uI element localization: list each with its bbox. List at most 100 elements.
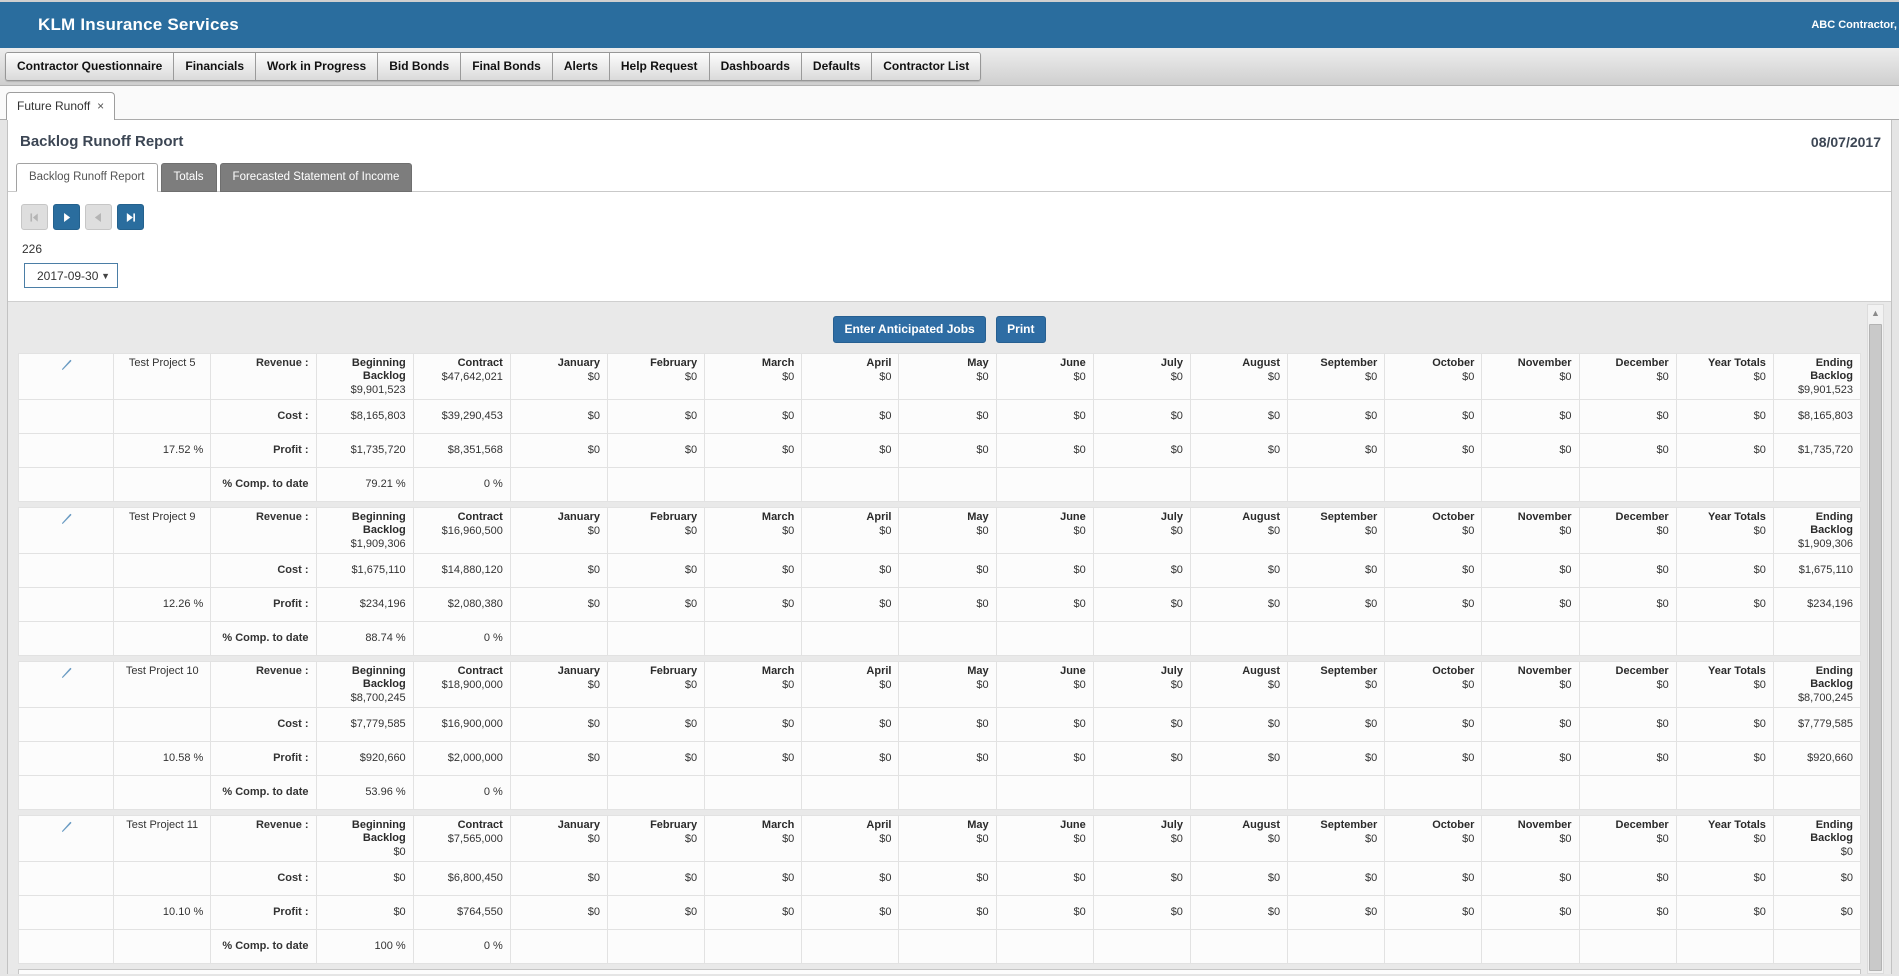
column-header: July xyxy=(1101,357,1183,370)
column-value: $0 xyxy=(615,679,697,691)
enter-anticipated-jobs-button[interactable]: Enter Anticipated Jobs xyxy=(833,316,985,343)
month-cell-august: $0 xyxy=(1190,399,1287,433)
month-cell-june: $0 xyxy=(996,741,1093,775)
next-page-button[interactable] xyxy=(53,204,80,230)
report-date: 08/07/2017 xyxy=(1811,134,1881,150)
month-cell-october: $0 xyxy=(1385,895,1482,929)
menu-item-final-bonds[interactable]: Final Bonds xyxy=(461,53,553,80)
last-page-button[interactable] xyxy=(117,204,144,230)
edit-button[interactable] xyxy=(19,507,114,553)
column-value: $0 xyxy=(1489,833,1571,845)
close-icon[interactable]: × xyxy=(97,100,104,112)
scrollbar-thumb[interactable] xyxy=(1869,324,1882,971)
column-header: April xyxy=(809,511,891,524)
spacer-cell xyxy=(114,707,211,741)
spacer-cell xyxy=(19,929,114,963)
column-header: August xyxy=(1198,357,1280,370)
row-label-comp: % Comp. to date xyxy=(211,467,316,501)
month-cell-june: $0 xyxy=(996,553,1093,587)
month-cell-july: July$0 xyxy=(1093,815,1190,861)
scroll-up-icon[interactable]: ▲ xyxy=(1868,305,1883,321)
month-cell-march: March$0 xyxy=(705,507,802,553)
menu-item-defaults[interactable]: Defaults xyxy=(802,53,872,80)
column-header: July xyxy=(1101,665,1183,678)
comp-row: % Comp. to date53.96 %0 % xyxy=(19,775,1861,809)
month-cell-january: $0 xyxy=(510,861,607,895)
row-label-revenue: Revenue : xyxy=(211,507,316,553)
month-cell-june xyxy=(996,467,1093,501)
column-header: September xyxy=(1295,357,1377,370)
beginning-backlog-cell: $0 xyxy=(316,895,413,929)
month-cell-november: November$0 xyxy=(1482,507,1579,553)
month-cell-april: $0 xyxy=(802,861,899,895)
menu-item-financials[interactable]: Financials xyxy=(174,53,256,80)
month-cell-june: $0 xyxy=(996,895,1093,929)
month-cell-november: $0 xyxy=(1482,399,1579,433)
subtab-backlog-runoff-report[interactable]: Backlog Runoff Report xyxy=(16,163,158,192)
year-totals-cell: Year Totals$0 xyxy=(1676,507,1773,553)
month-cell-january xyxy=(510,775,607,809)
column-header: December xyxy=(1587,357,1669,370)
print-button[interactable]: Print xyxy=(996,316,1045,343)
column-header: January xyxy=(518,819,600,832)
month-cell-july: $0 xyxy=(1093,895,1190,929)
subtab-forecasted-statement-of-income[interactable]: Forecasted Statement of Income xyxy=(220,163,413,192)
month-cell-april xyxy=(802,775,899,809)
menu-item-help-request[interactable]: Help Request xyxy=(610,53,710,80)
column-header: April xyxy=(809,819,891,832)
table-actions: Enter Anticipated Jobs Print xyxy=(18,316,1861,343)
month-cell-march: $0 xyxy=(705,399,802,433)
spacer-cell xyxy=(114,775,211,809)
table-scrollbar[interactable]: ▲ xyxy=(1867,304,1884,974)
row-label-comp: % Comp. to date xyxy=(211,621,316,655)
subtab-totals[interactable]: Totals xyxy=(161,163,217,192)
menu-item-bid-bonds[interactable]: Bid Bonds xyxy=(378,53,461,80)
column-header: March xyxy=(712,665,794,678)
column-value: $0 xyxy=(906,833,988,845)
menu-item-work-in-progress[interactable]: Work in Progress xyxy=(256,53,378,80)
ending-backlog-cell: $0 xyxy=(1773,895,1860,929)
month-cell-may: May$0 xyxy=(899,815,996,861)
column-value: $0 xyxy=(1684,679,1766,691)
month-cell-january: January$0 xyxy=(510,507,607,553)
first-page-button[interactable] xyxy=(21,204,48,230)
month-cell-january: $0 xyxy=(510,741,607,775)
tab-future-runoff[interactable]: Future Runoff × xyxy=(6,92,115,120)
month-cell-february xyxy=(608,929,705,963)
spacer-cell xyxy=(19,621,114,655)
profit-percent: 10.58 % xyxy=(114,741,211,775)
month-cell-march: $0 xyxy=(705,895,802,929)
menu-item-dashboards[interactable]: Dashboards xyxy=(710,53,802,80)
column-value: $0 xyxy=(809,679,891,691)
row-label-cost: Cost : xyxy=(211,861,316,895)
month-cell-september: $0 xyxy=(1288,399,1385,433)
edit-button[interactable] xyxy=(19,354,114,400)
column-header: July xyxy=(1101,511,1183,524)
month-cell-september: $0 xyxy=(1288,707,1385,741)
menu-group: Contractor QuestionnaireFinancialsWork i… xyxy=(5,52,981,81)
month-cell-december xyxy=(1579,775,1676,809)
period-dropdown[interactable]: 2017-09-30 ▼ xyxy=(24,263,118,288)
month-cell-september xyxy=(1288,775,1385,809)
spacer-cell xyxy=(114,467,211,501)
beginning-backlog-cell: $234,196 xyxy=(316,587,413,621)
previous-page-button[interactable] xyxy=(85,204,112,230)
contract-cell: 0 % xyxy=(413,775,510,809)
month-cell-april xyxy=(802,467,899,501)
edit-button[interactable] xyxy=(19,815,114,861)
year-totals-cell: $0 xyxy=(1676,861,1773,895)
column-header: January xyxy=(518,357,600,370)
column-value: $0 xyxy=(1295,833,1377,845)
month-cell-september: September$0 xyxy=(1288,661,1385,707)
column-value: $0 xyxy=(1684,525,1766,537)
column-value: $0 xyxy=(1489,525,1571,537)
month-cell-august: August$0 xyxy=(1190,507,1287,553)
month-cell-may: $0 xyxy=(899,433,996,467)
spacer-cell xyxy=(114,621,211,655)
menu-item-contractor-questionnaire[interactable]: Contractor Questionnaire xyxy=(6,53,174,80)
menu-item-contractor-list[interactable]: Contractor List xyxy=(872,53,980,80)
month-cell-june: June$0 xyxy=(996,661,1093,707)
edit-button[interactable] xyxy=(19,661,114,707)
menu-item-alerts[interactable]: Alerts xyxy=(553,53,610,80)
column-value: $47,642,021 xyxy=(421,371,503,383)
